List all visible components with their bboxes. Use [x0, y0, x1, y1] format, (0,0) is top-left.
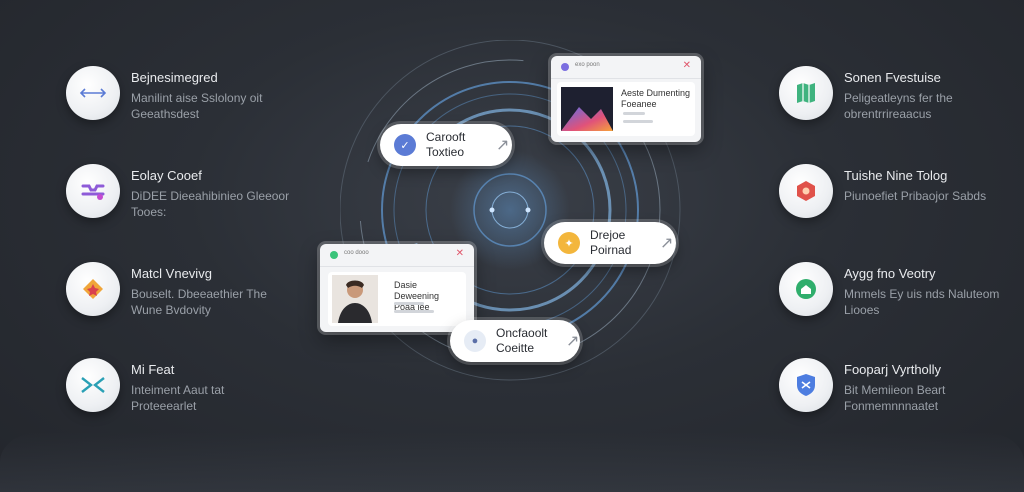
text-line: [394, 310, 434, 313]
avatar-icon: ●: [464, 330, 486, 352]
badge-icon: [779, 164, 833, 218]
card-titlebar: coo dooo ✕: [320, 244, 474, 267]
card-bar-text: exo poon: [575, 62, 600, 68]
arrow-icon: ↗: [496, 137, 510, 154]
feature-title: Tuishe Nine Tolog: [844, 168, 948, 183]
feature-desc: DiDEE Dieeahibinieo Gleeoor Tooes:: [131, 189, 290, 219]
arrow-icon: ↗: [660, 235, 674, 252]
feature-left-1[interactable]: Bejnesimegred Manilint aise Sslolony oit…: [66, 66, 286, 126]
image-thumbnail: [561, 87, 613, 131]
text-line: [394, 302, 424, 305]
close-icon[interactable]: ✕: [456, 248, 464, 259]
feature-desc: Bouselt. Dbeeaethier The Wune Bvdovity: [131, 287, 267, 317]
pill-chip-2[interactable]: ✦ Drejoe Poirnad ↗: [544, 222, 676, 264]
card-bar-text: coo dooo: [344, 250, 369, 256]
preview-card-bottom[interactable]: coo dooo ✕ Dasie Deweening Poaa lee: [320, 244, 474, 332]
feature-left-2[interactable]: Eolay Cooef DiDEE Dieeahibinieo Gleeoor …: [66, 164, 289, 224]
feature-title: Fooparj Vyrtholly: [844, 362, 942, 377]
card-titlebar: exo poon ✕: [551, 56, 701, 79]
pill-label: Drejoe Poirnad: [590, 228, 632, 257]
pill-label: Carooft Toxtieo: [426, 130, 466, 159]
card-body: Dasie Deweening Poaa lee: [328, 272, 466, 326]
map-icon: [779, 66, 833, 120]
bowtie-icon: [66, 358, 120, 412]
feature-desc: Peligeatleyns fer the obrentrrireaacus: [844, 91, 953, 121]
feature-left-4[interactable]: Mi Feat Inteiment Aaut tat Proteeearlet: [66, 358, 286, 418]
feature-title: Matcl Vnevivg: [131, 266, 212, 281]
blue-check-icon: ✓: [394, 134, 416, 156]
feature-desc: Manilint aise Sslolony oit Geeathsdest: [131, 91, 263, 121]
preview-card-top[interactable]: exo poon ✕ Aeste Dumenting Foeanee: [551, 56, 701, 142]
feature-title: Aygg fno Veotry: [844, 266, 936, 281]
person-photo: [332, 275, 378, 323]
feature-desc: Mnmels Ey uis nds Naluteom Liooes: [844, 287, 1000, 317]
status-dot: [330, 251, 338, 259]
feature-title: Mi Feat: [131, 362, 175, 377]
feature-desc: Bit Memiieon Beart Fonmemnnnaatet: [844, 383, 946, 413]
feature-title: Bejnesimegred: [131, 70, 218, 85]
text-line: [623, 112, 645, 115]
star-icon: [66, 262, 120, 316]
layers-icon: [66, 164, 120, 218]
close-icon[interactable]: ✕: [683, 60, 691, 71]
feature-right-2[interactable]: Tuishe Nine Tolog Piunoefiet Pribaojor S…: [779, 164, 999, 224]
arrow-icon: ↗: [566, 333, 580, 350]
pill-chip-3[interactable]: ● Oncfaoolt Coeitte ↗: [450, 320, 580, 362]
feature-title: Eolay Cooef: [131, 168, 202, 183]
home-icon: [779, 262, 833, 316]
feature-right-1[interactable]: Sonen Fvestuise Peligeatleyns fer the ob…: [779, 66, 999, 126]
yellow-spark-icon: ✦: [558, 232, 580, 254]
shield-icon: [779, 358, 833, 412]
status-dot: [561, 63, 569, 71]
double-arrow-icon: [66, 66, 120, 120]
feature-desc: Inteiment Aaut tat Proteeearlet: [131, 383, 225, 413]
feature-right-4[interactable]: Fooparj Vyrtholly Bit Memiieon Beart Fon…: [779, 358, 999, 418]
card-title: Aeste Dumenting Foeanee: [621, 88, 691, 109]
feature-right-3[interactable]: Aygg fno Veotry Mnmels Ey uis nds Nalute…: [779, 262, 999, 322]
feature-left-3[interactable]: Matcl Vnevivg Bouselt. Dbeeaethier The W…: [66, 262, 286, 322]
pill-chip-1[interactable]: ✓ Carooft Toxtieo ↗: [380, 124, 512, 166]
card-body: Aeste Dumenting Foeanee: [557, 82, 695, 136]
pill-label: Oncfaoolt Coeitte: [496, 326, 548, 355]
feature-title: Sonen Fvestuise: [844, 70, 941, 85]
card-title: Dasie Deweening Poaa lee: [394, 280, 440, 312]
feature-desc: Piunoefiet Pribaojor Sabds: [844, 189, 987, 203]
bottom-frame-glow: [0, 432, 1024, 492]
text-line: [623, 120, 653, 123]
